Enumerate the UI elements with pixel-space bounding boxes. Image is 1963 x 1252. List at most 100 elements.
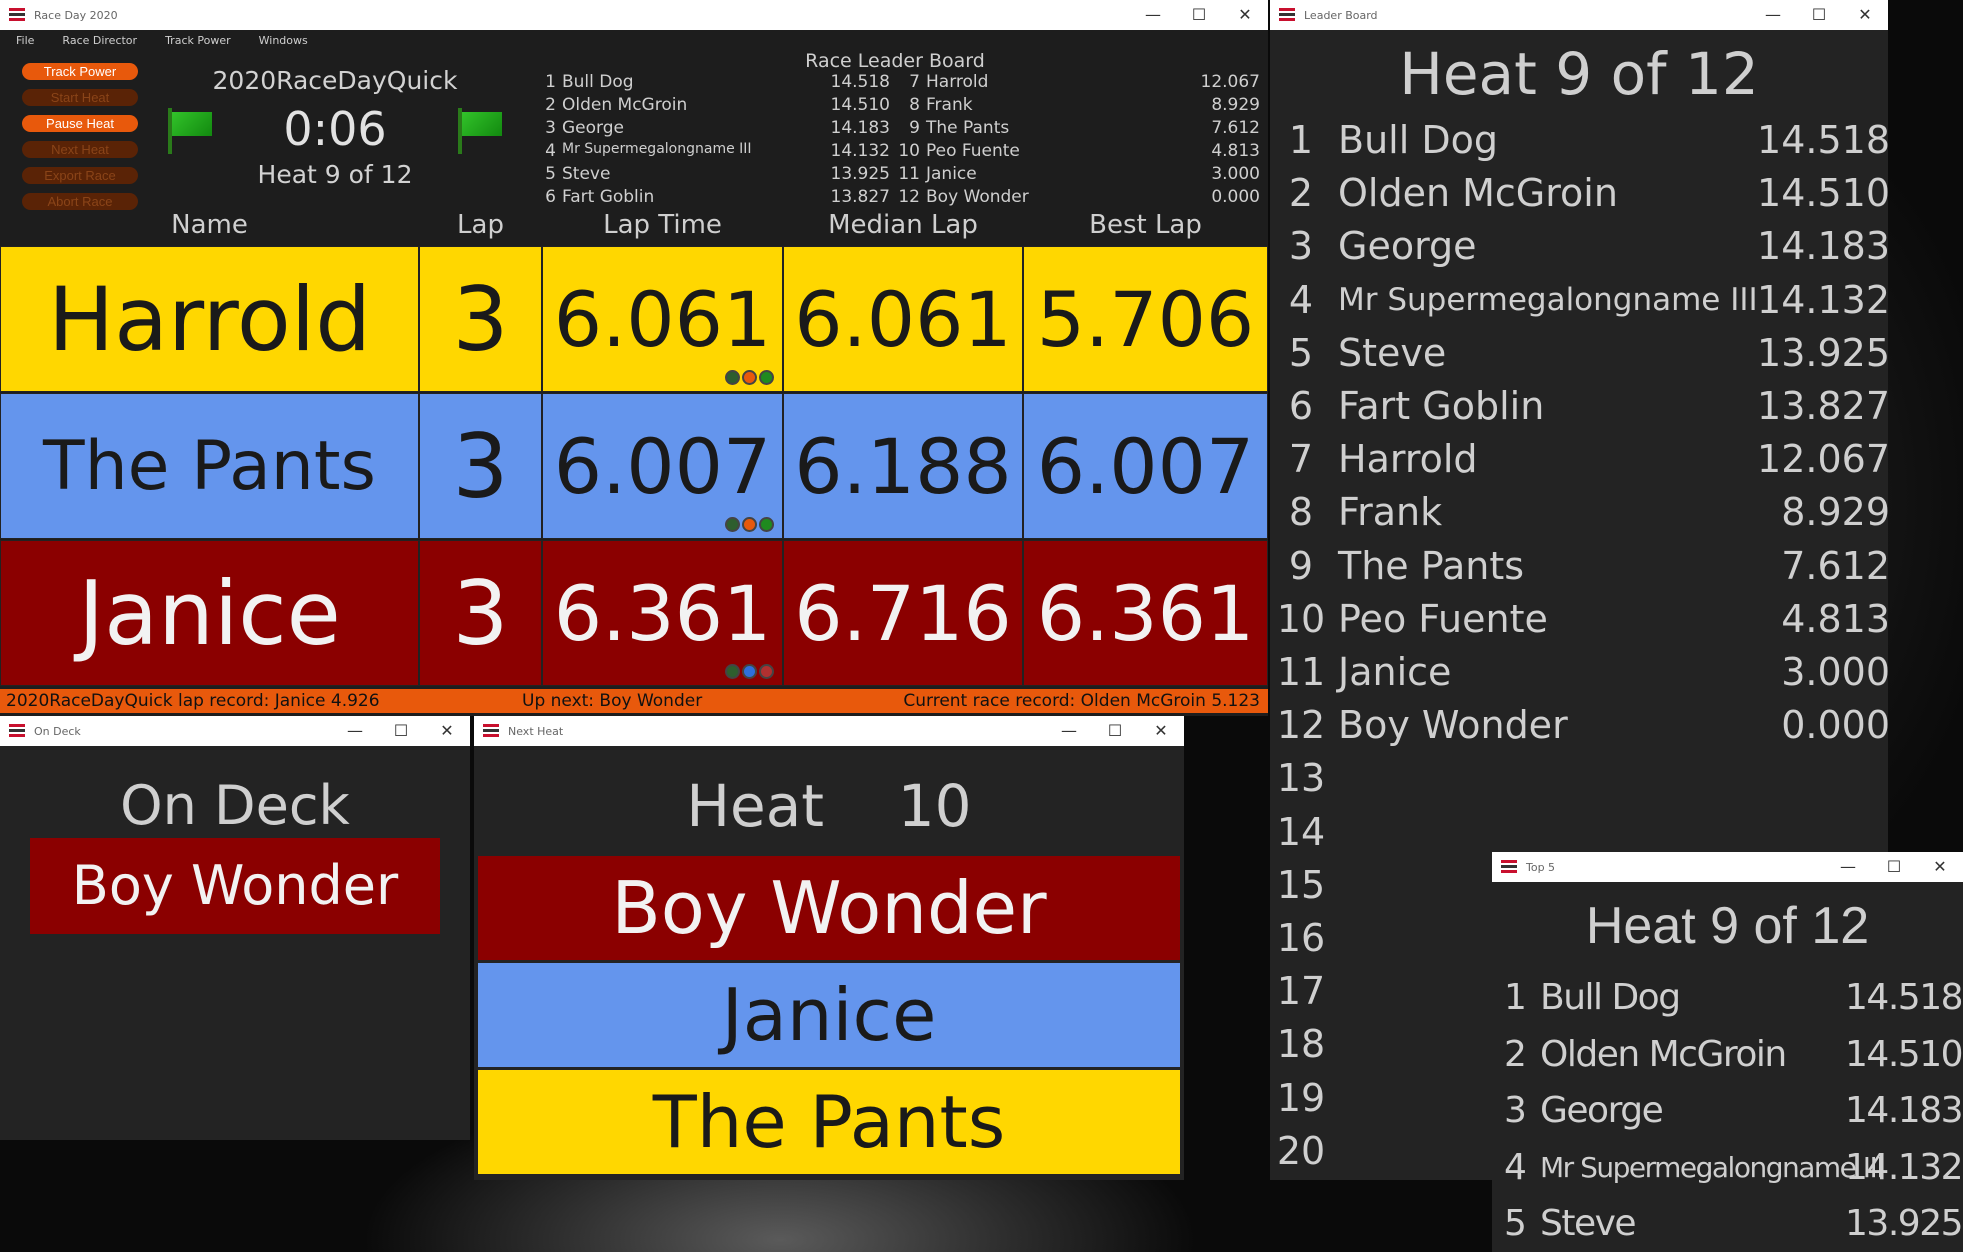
maximize-icon[interactable]: ☐ — [1871, 852, 1917, 882]
leader-row: 6 Fart Goblin 13.827 — [534, 187, 890, 209]
lane-lap-cell: 3 — [419, 540, 542, 686]
leader-name: Frank — [926, 95, 973, 115]
top5-name: Olden McGroin — [1540, 1033, 1787, 1075]
lane-name: The Pants — [43, 426, 376, 506]
minimize-icon[interactable]: — — [332, 716, 378, 746]
leader-score: 14.518 — [1757, 118, 1888, 162]
leader-row: 4 Mr Supermegalongname III 14.132 — [1270, 274, 1888, 327]
leader-name: Fart Goblin — [562, 187, 655, 207]
maximize-icon[interactable]: ☐ — [1092, 716, 1138, 746]
green-flag-icon — [458, 108, 502, 154]
lane-lap-cell: 3 — [419, 393, 542, 539]
lap-record-text: 2020RaceDayQuick lap record: Janice 4.92… — [6, 691, 380, 711]
minimize-icon[interactable]: — — [1046, 716, 1092, 746]
leader-row: 8 Frank 8.929 — [1270, 486, 1888, 539]
leader-score: 8.929 — [1211, 95, 1260, 115]
leader-score: 3.000 — [1211, 164, 1260, 184]
race-name: 2020RaceDayQuick — [212, 66, 458, 95]
maximize-icon[interactable]: ☐ — [1176, 0, 1222, 30]
lane-lap: 3 — [452, 267, 509, 371]
next-heat-button[interactable]: Next Heat — [22, 141, 138, 158]
abort-race-button[interactable]: Abort Race — [22, 193, 138, 210]
menu-race-director[interactable]: Race Director — [46, 32, 149, 50]
menu-track-power[interactable]: Track Power — [149, 32, 243, 50]
leader-row: 11 Janice 3.000 — [898, 164, 1260, 186]
leader-score: 13.827 — [830, 187, 890, 207]
maximize-icon[interactable]: ☐ — [1796, 0, 1842, 30]
leader-score: 13.925 — [830, 164, 890, 184]
next-heat-lane: Boy Wonder — [478, 856, 1180, 960]
lane-median-lap: 6.061 — [794, 274, 1012, 364]
lane-name-cell: Janice — [0, 540, 419, 686]
title-bar[interactable]: Top 5 — ☐ ✕ — [1492, 852, 1963, 882]
leader-position: 5 — [545, 164, 556, 184]
title-bar[interactable]: Leader Board — ☐ ✕ — [1270, 0, 1888, 30]
close-icon[interactable]: ✕ — [1842, 0, 1888, 30]
top5-window: Top 5 — ☐ ✕ Heat 9 of 12 1 Bull Dog 14.518… — [1492, 852, 1963, 1252]
pause-heat-button[interactable]: Pause Heat — [22, 115, 138, 132]
leader-row: 3 George 14.183 — [534, 118, 890, 140]
top5-row: 5 Steve 13.925 — [1492, 1196, 1963, 1252]
leader-score: 7.612 — [1211, 118, 1260, 138]
leader-score: 14.518 — [830, 72, 890, 92]
lane-lap-time-cell: 6.061 — [542, 246, 783, 392]
title-bar[interactable]: Race Day 2020 — ☐ ✕ — [0, 0, 1268, 30]
lane-best-lap-cell: 5.706 — [1023, 246, 1268, 392]
leader-position: 9 — [1288, 543, 1314, 588]
leader-score: 14.510 — [830, 95, 890, 115]
on-deck-racer: Boy Wonder — [30, 838, 440, 934]
leader-score: 4.813 — [1781, 596, 1888, 641]
title-bar[interactable]: Next Heat — ☐ ✕ — [474, 716, 1184, 746]
leader-position: 18 — [1276, 1022, 1326, 1067]
leader-name: Bull Dog — [562, 72, 634, 92]
next-heat-lane: The Pants — [478, 1070, 1180, 1174]
leader-row: 12 Boy Wonder 0.000 — [898, 187, 1260, 209]
leader-position: 2 — [1288, 171, 1314, 216]
leader-row: 3 George 14.183 — [1270, 220, 1888, 273]
minimize-icon[interactable]: — — [1750, 0, 1796, 30]
top5-score: 14.183 — [1845, 1090, 1963, 1131]
leader-score: 0.000 — [1211, 187, 1260, 207]
leader-position: 10 — [1276, 596, 1326, 641]
window-title: Leader Board — [1304, 8, 1378, 22]
leader-name: Fart Goblin — [1338, 384, 1545, 428]
start-heat-button[interactable]: Start Heat — [22, 89, 138, 106]
leader-score: 14.183 — [1757, 224, 1888, 269]
lane-status-badges — [725, 370, 774, 385]
app-icon — [8, 723, 26, 739]
top5-name: Bull Dog — [1540, 977, 1681, 1018]
race-day-window: Race Day 2020 — ☐ ✕ File Race Director T… — [0, 0, 1268, 716]
lane-lap: 3 — [452, 414, 509, 518]
leader-name: Olden McGroin — [1338, 171, 1618, 216]
leader-position: 3 — [545, 118, 556, 138]
minimize-icon[interactable]: — — [1130, 0, 1176, 30]
leader-position: 16 — [1276, 916, 1326, 960]
top5-position: 1 — [1504, 977, 1527, 1018]
leader-name: Frank — [1338, 490, 1443, 535]
close-icon[interactable]: ✕ — [1138, 716, 1184, 746]
track-power-button[interactable]: Track Power — [22, 63, 138, 80]
column-header: Median Lap — [828, 210, 978, 240]
leader-position: 6 — [1288, 384, 1314, 428]
leader-position: 4 — [1288, 277, 1314, 322]
close-icon[interactable]: ✕ — [424, 716, 470, 746]
title-bar[interactable]: On Deck — ☐ ✕ — [0, 716, 470, 746]
maximize-icon[interactable]: ☐ — [378, 716, 424, 746]
leader-position: 12 — [1276, 703, 1326, 748]
close-icon[interactable]: ✕ — [1222, 0, 1268, 30]
window-title: Top 5 — [1526, 860, 1556, 874]
minimize-icon[interactable]: — — [1825, 852, 1871, 882]
leader-row: 14 — [1270, 806, 1888, 859]
app-icon — [482, 723, 500, 739]
export-race-button[interactable]: Export Race — [22, 167, 138, 184]
column-header: Lap — [457, 210, 504, 240]
leader-position: 7 — [1288, 437, 1314, 482]
close-icon[interactable]: ✕ — [1917, 852, 1963, 882]
lane-best-lap: 5.706 — [1036, 274, 1255, 364]
leader-position: 8 — [1288, 490, 1314, 535]
top5-position: 3 — [1504, 1090, 1527, 1131]
next-heat-window: Next Heat — ☐ ✕ Heat 10 Boy Wonder Janice… — [474, 716, 1184, 1180]
menu-windows[interactable]: Windows — [243, 32, 320, 50]
menu-file[interactable]: File — [0, 32, 46, 50]
leader-position: 11 — [898, 164, 920, 184]
